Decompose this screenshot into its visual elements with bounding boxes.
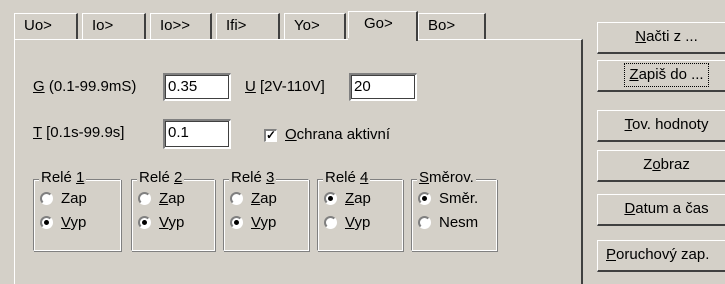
relay-1-title: Relé 1 (39, 169, 87, 187)
tab-panel: G (0.1-99.9mS) 0.35 U [2V-110V] 20 T [0.… (14, 39, 583, 284)
u-label: U [2V-110V] (245, 78, 325, 95)
radio-icon (138, 216, 151, 229)
tab-ifi[interactable]: Ifi> (216, 13, 280, 39)
tab-yo-label: Yo> (294, 17, 320, 34)
tab-uo-label: Uo> (24, 17, 52, 34)
t-label: T [0.1s-99.9s] (33, 124, 125, 141)
tab-bo-label: Bo> (428, 17, 456, 34)
t-input[interactable]: 0.1 (163, 119, 231, 149)
radio-icon (324, 192, 337, 205)
direction-title: Směrov. (417, 169, 476, 187)
tab-yo[interactable]: Yo> (284, 13, 346, 39)
tab-io[interactable]: Io> (82, 13, 146, 39)
g-input[interactable]: 0.35 (163, 73, 231, 101)
tab-go[interactable]: Go> (348, 11, 418, 41)
load-from-button[interactable]: Načti z ... (597, 22, 725, 54)
relay-3-title: Relé 3 (229, 169, 277, 187)
tab-io2[interactable]: Io>> (150, 13, 212, 39)
relay-1-group: Relé 1 Zap Vyp (33, 169, 121, 251)
relay-3-group: Relé 3 Zap Vyp (223, 169, 309, 251)
fault-record-button[interactable]: Poruchový zap. (597, 240, 725, 272)
g-label: G (0.1-99.9mS) (33, 78, 137, 95)
protection-active-checkbox[interactable]: ✓ (264, 129, 277, 142)
radio-icon (230, 192, 243, 205)
write-to-button[interactable]: Zapiš do ... (597, 60, 725, 92)
radio-icon (230, 216, 243, 229)
relay-4-group: Relé 4 Zap Vyp (317, 169, 403, 251)
active-tab-gap (348, 38, 416, 41)
tab-io-label: Io> (92, 17, 114, 34)
relay-4-title: Relé 4 (323, 169, 371, 187)
direction-group: Směrov. Směr. Nesm (411, 169, 497, 251)
radio-icon (40, 216, 53, 229)
radio-icon (138, 192, 151, 205)
protection-active-label[interactable]: Ochrana aktivní (285, 126, 390, 143)
relay-2-group: Relé 2 Zap Vyp (131, 169, 215, 251)
show-button[interactable]: Zobraz (597, 150, 725, 182)
tab-uo[interactable]: Uo> (14, 13, 78, 39)
radio-icon (418, 192, 431, 205)
u-input[interactable]: 20 (349, 73, 417, 101)
tab-go-label: Go> (364, 15, 393, 32)
date-time-button[interactable]: Datum a čas (597, 194, 725, 226)
radio-icon (418, 216, 431, 229)
tab-bo[interactable]: Bo> (418, 13, 486, 39)
relay-2-title: Relé 2 (137, 169, 185, 187)
tab-ifi-label: Ifi> (226, 17, 247, 34)
current-values-button[interactable]: Tov. hodnoty (597, 110, 725, 142)
radio-icon (324, 216, 337, 229)
tab-io2-label: Io>> (160, 17, 191, 34)
radio-icon (40, 192, 53, 205)
